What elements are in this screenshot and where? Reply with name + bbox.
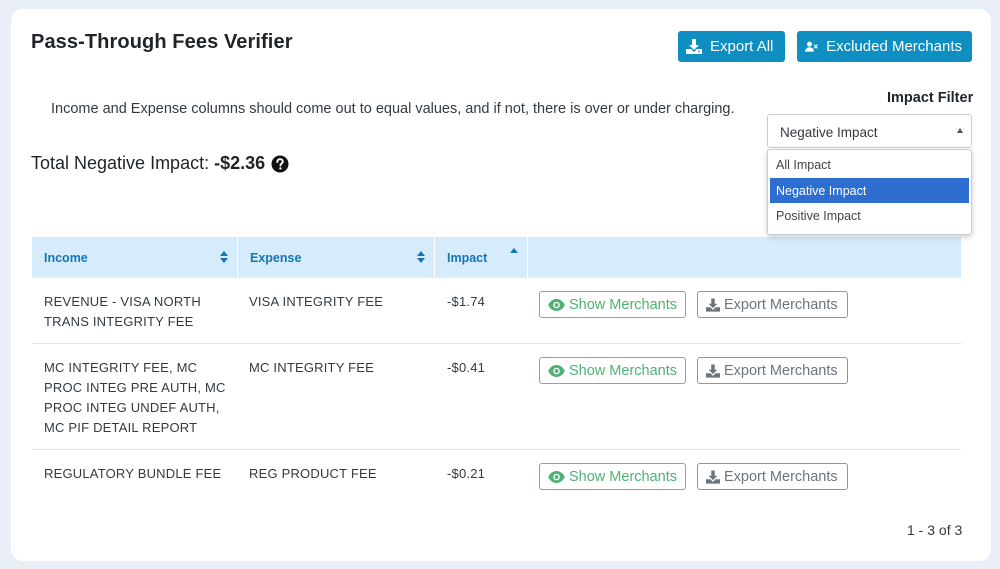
impact-filter-dropdown: All Impact Negative Impact Positive Impa…: [767, 149, 972, 235]
pagination-info: 1 - 3 of 3: [907, 522, 963, 538]
expense-cell: REG PRODUCT FEE: [249, 466, 377, 481]
export-merchants-label: Export Merchants: [724, 468, 838, 485]
excluded-merchants-label: Excluded Merchants: [826, 38, 962, 55]
impact-cell: -$0.21: [447, 466, 486, 481]
user-x-icon: [805, 41, 818, 52]
caret-up-icon: [957, 128, 963, 133]
total-impact-value: -$2.36: [214, 153, 266, 173]
sort-ascending-icon: [510, 248, 518, 253]
table-row: REGULATORY BUNDLE FEE REG PRODUCT FEE -$…: [32, 450, 961, 508]
income-cell: REGULATORY BUNDLE FEE: [44, 466, 222, 481]
column-header-income[interactable]: Income: [32, 237, 238, 278]
eye-icon: [548, 298, 565, 311]
page-title: Pass-Through Fees Verifier: [31, 31, 293, 53]
table-header: Income Expense Impact: [32, 237, 961, 278]
column-header-expense-label: Expense: [250, 251, 302, 265]
export-merchants-label: Export Merchants: [724, 296, 838, 313]
expense-cell: MC INTEGRITY FEE: [249, 360, 375, 375]
expense-cell: VISA INTEGRITY FEE: [249, 294, 384, 309]
export-all-button[interactable]: Export All: [678, 31, 785, 62]
option-negative-impact[interactable]: Negative Impact: [770, 177, 969, 203]
column-header-income-label: Income: [44, 251, 88, 265]
download-icon: [706, 363, 720, 378]
download-icon: [706, 297, 720, 312]
download-icon: [706, 469, 720, 484]
income-cell: MC INTEGRITY FEE, MC PROC INTEG PRE AUTH…: [44, 360, 226, 435]
impact-filter-label: Impact Filter: [887, 90, 974, 106]
eye-icon: [548, 364, 565, 377]
impact-filter-value: Negative Impact: [780, 125, 878, 140]
table-row: MC INTEGRITY FEE, MC PROC INTEG PRE AUTH…: [32, 344, 961, 450]
total-impact-label: Total Negative Impact:: [31, 153, 210, 173]
main-card: Pass-Through Fees Verifier Export All Ex…: [11, 9, 991, 561]
show-merchants-button[interactable]: Show Merchants: [539, 291, 686, 318]
export-merchants-button[interactable]: Export Merchants: [697, 357, 848, 384]
impact-cell: -$1.74: [447, 294, 486, 309]
show-merchants-label: Show Merchants: [569, 296, 677, 313]
export-merchants-button[interactable]: Export Merchants: [697, 291, 848, 318]
total-impact: Total Negative Impact: -$2.36: [31, 153, 289, 174]
impact-filter-select[interactable]: Negative Impact: [767, 114, 972, 148]
description-text: Income and Expense columns should come o…: [51, 101, 735, 117]
show-merchants-label: Show Merchants: [569, 362, 677, 379]
option-positive-impact[interactable]: Positive Impact: [770, 203, 969, 229]
table-row: REVENUE - VISA NORTH TRANS INTEGRITY FEE…: [32, 278, 961, 344]
sort-icon: [220, 251, 228, 263]
show-merchants-button[interactable]: Show Merchants: [539, 463, 686, 490]
eye-icon: [548, 470, 565, 483]
excluded-merchants-button[interactable]: Excluded Merchants: [797, 31, 972, 62]
show-merchants-button[interactable]: Show Merchants: [539, 357, 686, 384]
sort-icon: [417, 251, 425, 263]
question-circle-icon[interactable]: [271, 155, 289, 173]
column-header-impact[interactable]: Impact: [435, 237, 528, 278]
export-merchants-label: Export Merchants: [724, 362, 838, 379]
income-cell: REVENUE - VISA NORTH TRANS INTEGRITY FEE: [44, 294, 201, 329]
column-header-impact-label: Impact: [447, 251, 488, 265]
show-merchants-label: Show Merchants: [569, 468, 677, 485]
impact-cell: -$0.41: [447, 360, 486, 375]
column-header-actions: [528, 237, 961, 278]
download-icon: [686, 39, 702, 54]
export-all-label: Export All: [710, 38, 774, 55]
export-merchants-button[interactable]: Export Merchants: [697, 463, 848, 490]
column-header-expense[interactable]: Expense: [238, 237, 435, 278]
option-all-impact[interactable]: All Impact: [770, 152, 969, 178]
